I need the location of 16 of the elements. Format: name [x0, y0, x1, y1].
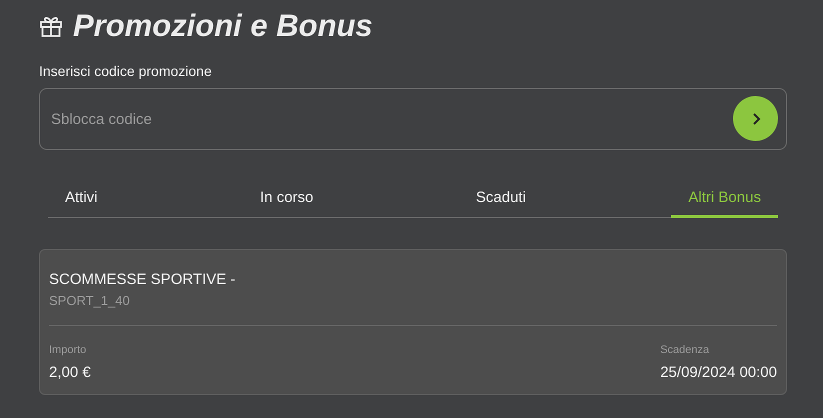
tab[interactable]: Altri Bonus [671, 179, 778, 218]
amount-label: Importo [49, 344, 86, 356]
gift-icon [39, 15, 63, 37]
amount-value: 2,00 € [49, 364, 91, 381]
bonus-code: SPORT_1_40 [49, 293, 131, 308]
tab[interactable]: Scaduti [458, 179, 543, 218]
tab[interactable]: Attivi [48, 179, 115, 218]
bonus-title: SCOMMESSE SPORTIVE - [49, 271, 236, 288]
field-label: Inserisci codice promozione [39, 63, 213, 79]
promo-code-field[interactable]: Sblocca codice [39, 88, 787, 150]
chevron-right-icon [750, 112, 760, 126]
expiry-value: 25/09/2024 00:00 [660, 364, 777, 381]
expiry-label: Scadenza [660, 344, 710, 356]
tab[interactable]: In corso [243, 179, 330, 218]
submit-button[interactable] [733, 96, 778, 141]
page-title: Promozioni e Bonus [73, 8, 373, 44]
